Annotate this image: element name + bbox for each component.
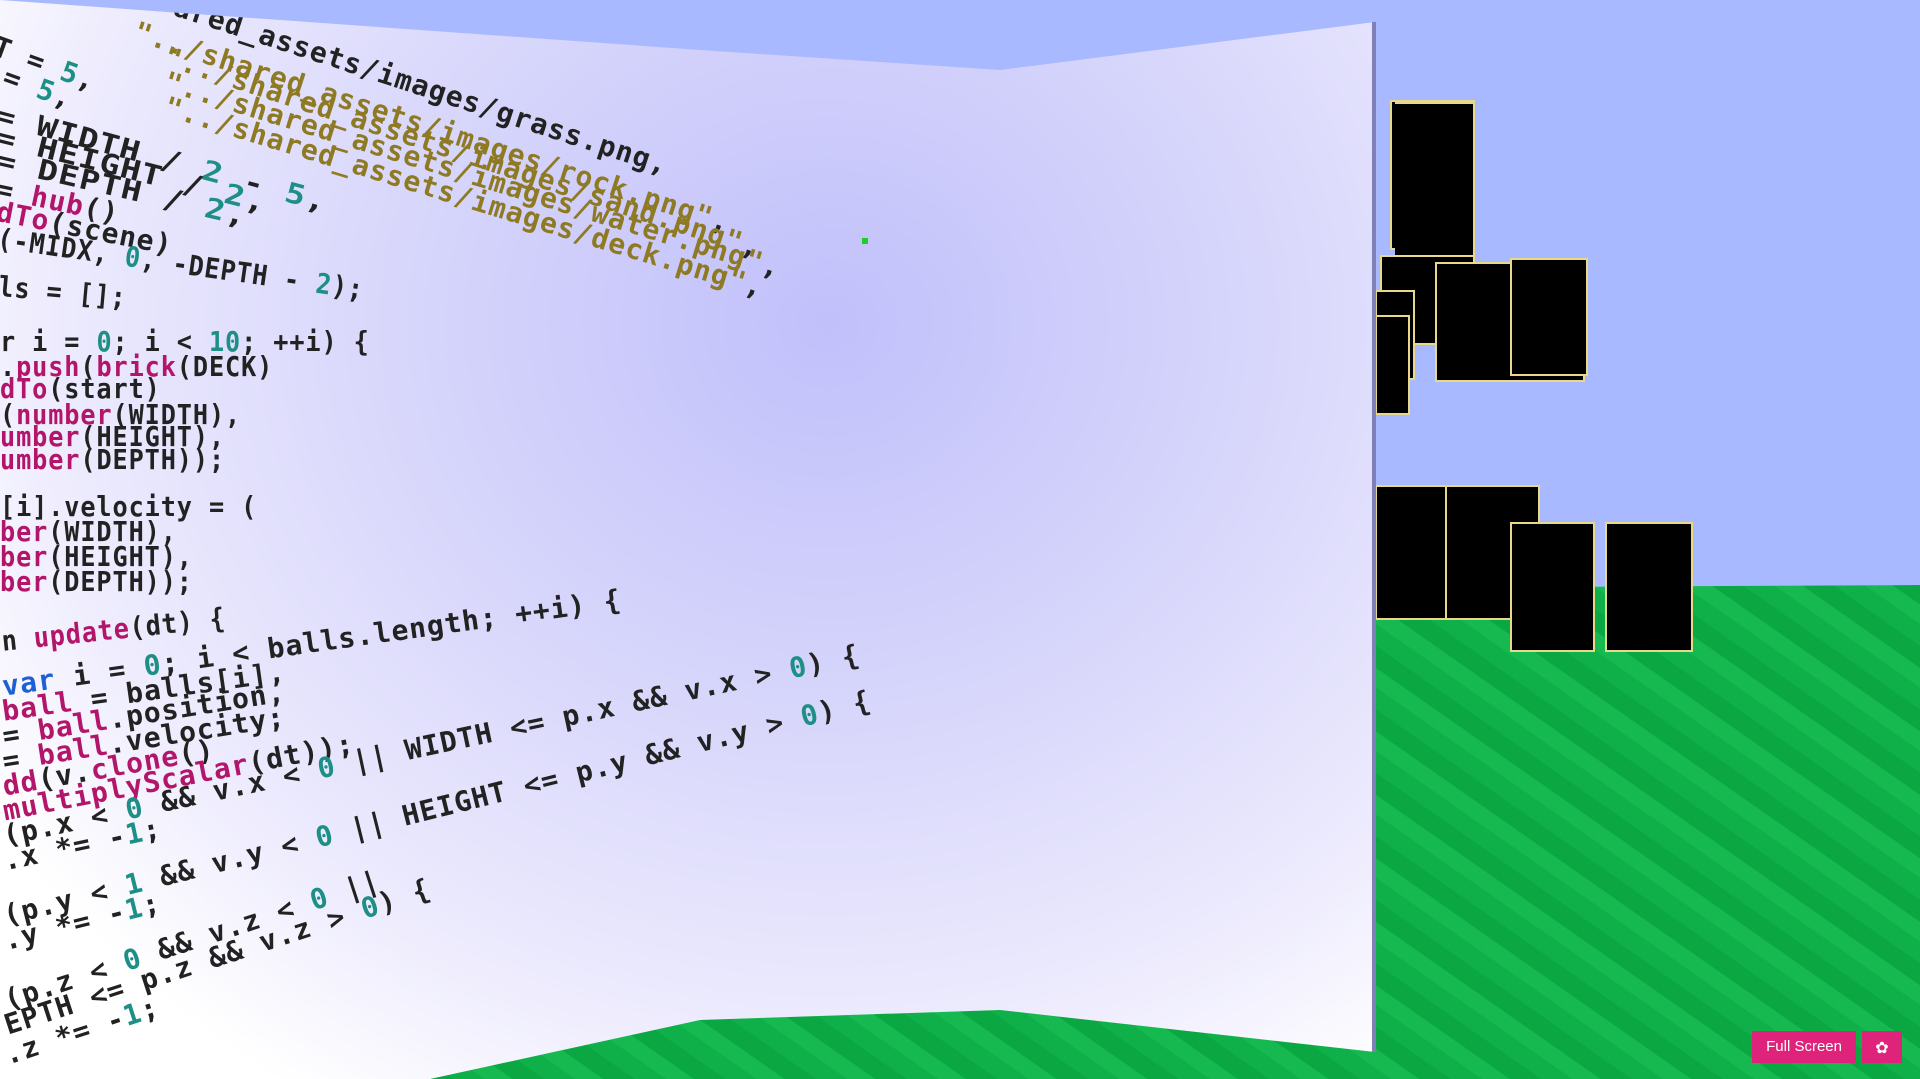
code-line: ls = [];: [0, 270, 129, 315]
3d-scene-viewport[interactable]: ared_assets/images/grass.png, "../shared_…: [0, 0, 1920, 1079]
pointer-reticle: [862, 238, 868, 244]
floating-cube: [1510, 522, 1595, 652]
floating-cube: [1375, 315, 1410, 415]
floating-cube: [1605, 522, 1693, 652]
settings-button[interactable]: ✿: [1862, 1031, 1902, 1063]
code-line: ber(DEPTH));: [0, 565, 193, 598]
fullscreen-button[interactable]: Full Screen: [1752, 1031, 1856, 1063]
floating-cube: [1510, 258, 1588, 376]
code-lines: ared_assets/images/grass.png, "../shared_…: [0, 0, 1375, 1079]
gear-icon: ✿: [1875, 1038, 1889, 1057]
code-line: umber(DEPTH));: [0, 443, 226, 476]
code-editor-panel[interactable]: ared_assets/images/grass.png, "../shared_…: [0, 0, 1375, 1079]
floating-cube: [1395, 102, 1475, 257]
panel-edge: [1372, 22, 1376, 1052]
